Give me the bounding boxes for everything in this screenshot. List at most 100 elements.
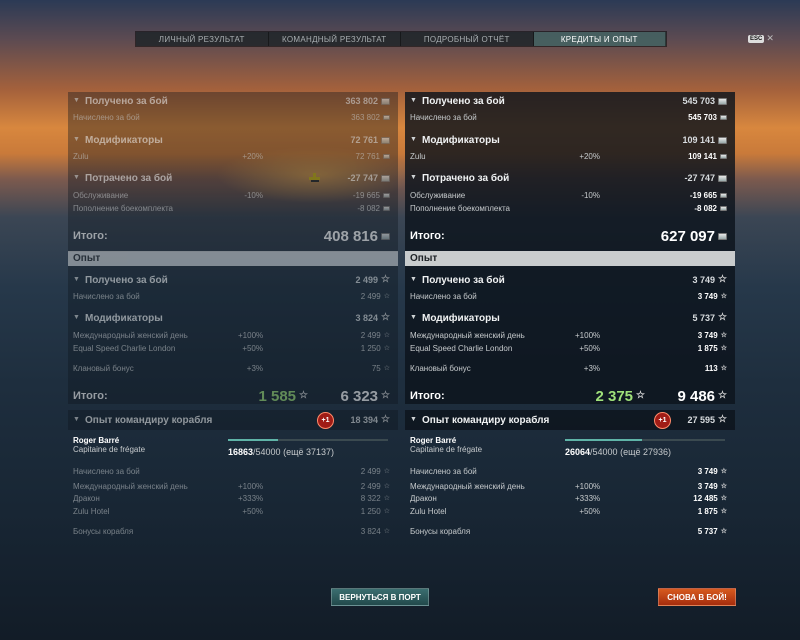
womens-day-value: 3 749 ☆ (697, 330, 727, 340)
equal-speed-label: Equal Speed Charlie London (410, 343, 513, 353)
xp-accrued-label: Начислено за бой (73, 291, 140, 301)
return-to-port-button[interactable]: ВЕРНУТЬСЯ В ПОРТ (331, 588, 429, 606)
commander-xp-bar (565, 439, 725, 441)
ammo-value: -8 082 (357, 204, 390, 213)
credits-earned-label: Получено за бой (410, 96, 505, 107)
star-icon: ☆ (720, 344, 727, 352)
close-icon: ✕ (766, 33, 774, 43)
zulu-value: 72 761 (356, 152, 390, 161)
clan-bonus-label: Клановый бонус (410, 363, 471, 373)
ammo-label: Пополнение боекомплекта (410, 203, 510, 213)
credits-total-label: Итого: (410, 230, 445, 242)
xp-total-label: Итого: (73, 390, 108, 402)
xp-accrued-row: Начислено за бой 2 499 ☆ (68, 289, 398, 303)
commander-skill-point-badge: +1 (654, 412, 671, 429)
womens-day-row: Международный женский день +100% 2 499 ☆ (68, 328, 398, 342)
ammo-row: Пополнение боекомплекта -8 082 (68, 201, 398, 215)
xp-earned-row: Получено за бой 3 749☆ (405, 273, 735, 287)
cmdr-ship-bonus-value: 5 737 ☆ (697, 526, 727, 536)
credits-total-value: 408 816 (324, 228, 390, 245)
xp-modifiers-label: Модификаторы (410, 313, 500, 324)
womens-day-percent: +100% (238, 330, 264, 340)
close-button[interactable]: ESC ✕ (748, 33, 774, 44)
equal-speed-value: 1 250 ☆ (360, 343, 390, 353)
xp-modifiers-label: Модификаторы (73, 313, 163, 324)
star-icon: ☆ (383, 507, 390, 515)
equal-speed-row: Equal Speed Charlie London +50% 1 875 ☆ (405, 341, 735, 355)
cmdr-womens-percent: +100% (238, 481, 264, 491)
xp-earned-label: Получено за бой (410, 275, 505, 286)
credits-earned-row: Получено за бой 363 802 (68, 94, 398, 108)
womens-day-label: Международный женский день (73, 330, 188, 340)
star-icon: ☆ (381, 414, 390, 425)
credits-icon (381, 97, 390, 105)
credits-earned-value: 545 703 (682, 96, 727, 106)
credits-icon (720, 114, 727, 120)
tab-personal-result[interactable]: ЛИЧНЫЙ РЕЗУЛЬТАТ (136, 32, 269, 46)
cmdr-zulu-percent: +50% (579, 506, 600, 516)
commander-xp-bar-fill (228, 439, 278, 441)
cmdr-accrued-row: Начислено за бой 3 749 ☆ (405, 464, 735, 478)
credits-accrued-value: 545 703 (688, 113, 727, 122)
commander-xp-value: 18 394 ☆ (350, 414, 391, 426)
tab-detailed-report[interactable]: ПОДРОБНЫЙ ОТЧЁТ (401, 32, 534, 46)
battle-again-button[interactable]: СНОВА В БОЙ! (658, 588, 736, 606)
credits-accrued-row: Начислено за бой 545 703 (405, 110, 735, 124)
xp-earned-value: 3 749 ☆ (692, 274, 728, 286)
credits-icon (720, 192, 727, 198)
credits-icon (381, 174, 390, 182)
tab-bar: ЛИЧНЫЙ РЕЗУЛЬТАТ КОМАНДНЫЙ РЕЗУЛЬТАТ ПОД… (135, 31, 667, 47)
commander-xp-progress: 26064/54000 (ещё 27936) (565, 447, 671, 457)
cmdr-zulu-label: Zulu Hotel (73, 506, 110, 516)
credits-spent-value: -27 747 (347, 173, 390, 183)
star-icon: ☆ (383, 527, 390, 535)
cmdr-ship-bonus-row: Бонусы корабля 5 737 ☆ (405, 524, 735, 538)
cmdr-womens-value: 3 749 ☆ (697, 481, 727, 491)
star-icon: ☆ (720, 482, 727, 490)
star-icon: ☆ (718, 414, 727, 425)
xp-modifiers-value: 3 824 ☆ (355, 312, 391, 324)
cmdr-accrued-label: Начислено за бой (73, 466, 140, 476)
xp-total-row: Итого: 1 585 ☆ 6 323 ☆ (68, 380, 398, 412)
tab-credits-and-xp[interactable]: КРЕДИТЫ И ОПЫТ (533, 32, 666, 46)
service-label: Обслуживание (410, 190, 466, 200)
commander-xp-bar (228, 439, 388, 441)
cmdr-accrued-value: 2 499 ☆ (360, 466, 390, 476)
star-icon: ☆ (381, 274, 390, 285)
clan-bonus-value: 113 ☆ (704, 363, 727, 373)
star-icon: ☆ (720, 527, 727, 535)
cmdr-ship-bonus-label: Бонусы корабля (410, 526, 471, 536)
commander-xp-label: Опыт командиру корабля (410, 415, 549, 426)
equal-speed-percent: +50% (579, 343, 600, 353)
star-icon: ☆ (381, 390, 390, 401)
xp-modifiers-value: 5 737 ☆ (692, 312, 728, 324)
star-icon: ☆ (720, 331, 727, 339)
credits-total-label: Итого: (73, 230, 108, 242)
credits-icon (718, 232, 727, 240)
credits-icon (718, 174, 727, 182)
free-xp-total: 9 486 ☆ (677, 387, 727, 405)
clan-bonus-percent: +3% (246, 363, 263, 373)
credits-accrued-row: Начислено за бой 363 802 (68, 110, 398, 124)
ammo-label: Пополнение боекомплекта (73, 203, 173, 213)
clan-bonus-percent: +3% (583, 363, 600, 373)
credits-icon (720, 205, 727, 211)
service-value: -19 665 (353, 191, 390, 200)
cmdr-dragon-row: Дракон +333% 8 322 ☆ (68, 491, 398, 505)
cmdr-accrued-value: 3 749 ☆ (697, 466, 727, 476)
credits-accrued-label: Начислено за бой (410, 112, 477, 122)
xp-section-header: Опыт (68, 251, 398, 266)
star-icon: ☆ (383, 467, 390, 475)
commander-xp-value: 27 595 ☆ (687, 414, 728, 426)
star-icon: ☆ (383, 292, 390, 300)
tab-team-result[interactable]: КОМАНДНЫЙ РЕЗУЛЬТАТ (268, 32, 401, 46)
credits-modifiers-row: Модификаторы 109 141 (405, 133, 735, 147)
cmdr-zulu-value: 1 250 ☆ (360, 506, 390, 516)
commander-info: Roger Barré Capitaine de frégate (410, 436, 482, 454)
credits-zulu-row: Zulu +20% 109 141 (405, 149, 735, 163)
star-icon: ☆ (381, 312, 390, 323)
cmdr-womens-percent: +100% (575, 481, 601, 491)
cmdr-ship-bonus-value: 3 824 ☆ (360, 526, 390, 536)
commander-xp-current: 26064 (565, 447, 591, 457)
womens-day-label: Международный женский день (410, 330, 525, 340)
